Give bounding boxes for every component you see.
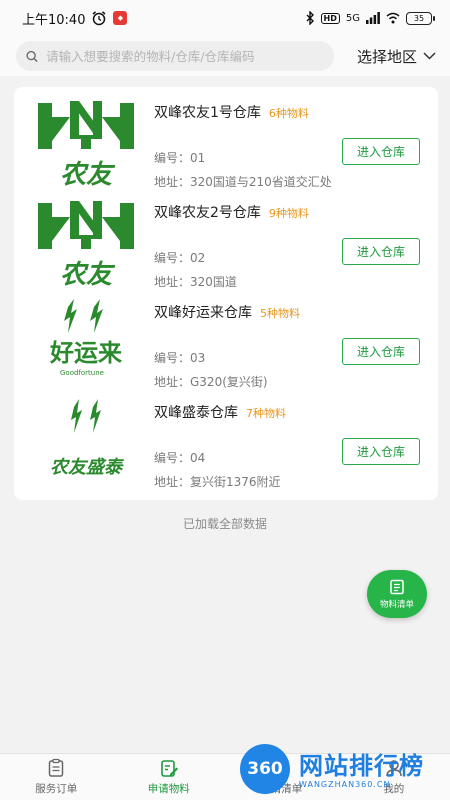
- warehouse-item[interactable]: 好运来 Goodfortune 双峰好运来仓库 5种物料 编号：03 地址：G32…: [14, 287, 438, 389]
- enter-warehouse-button[interactable]: 进入仓库: [342, 238, 420, 265]
- material-count: 7种物料: [246, 407, 286, 420]
- warehouse-name: 双峰农友1号仓库 6种物料: [154, 102, 309, 122]
- hd-badge: HD: [320, 12, 340, 24]
- all-loaded-text: 已加载全部数据: [182, 517, 267, 531]
- search-box[interactable]: [16, 41, 334, 71]
- warehouse-name-text: 双峰好运来仓库: [154, 305, 252, 321]
- logo-text: 农友: [60, 260, 116, 287]
- clipboard-icon: [49, 758, 64, 777]
- warehouse-name: 双峰农友2号仓库 9种物料: [154, 202, 309, 222]
- material-count: 6种物料: [268, 107, 309, 120]
- haoyunlai-logo: 好运来 Goodfortune: [49, 299, 123, 377]
- status-bar: 上午10:40 ◆ HD 5G 35: [0, 0, 450, 36]
- network-type: 5G: [345, 12, 360, 24]
- status-right: HD 5G 35: [305, 11, 435, 25]
- nongyou-logo: 农友: [38, 201, 134, 287]
- logo-text: 农友盛泰: [50, 457, 125, 478]
- region-selector[interactable]: 选择地区: [357, 46, 436, 67]
- tab-service-orders[interactable]: 服务订单: [0, 754, 113, 800]
- bluetooth-icon: [306, 11, 314, 25]
- warehouse-name: 双峰盛泰仓库 7种物料: [154, 402, 286, 422]
- watermark-title: 网站排行榜: [299, 752, 424, 780]
- signal-icon: [366, 12, 380, 24]
- material-list-fab[interactable]: 物料清单: [367, 570, 427, 618]
- chevron-down-icon: [423, 52, 436, 60]
- watermark-badge: 360: [240, 744, 290, 794]
- fab-label: 物料清单: [379, 599, 414, 610]
- warehouse-name: 双峰好运来仓库 5种物料: [154, 302, 300, 322]
- logo-subtext: Goodfortune: [60, 369, 104, 377]
- warehouse-code: 编号：01: [154, 151, 206, 165]
- region-label: 选择地区: [356, 47, 417, 66]
- warehouse-address: 地址：复兴街1376附近: [154, 475, 281, 489]
- notification-app-icon: ◆: [113, 11, 128, 25]
- edit-form-icon: [160, 760, 178, 777]
- enter-warehouse-button[interactable]: 进入仓库: [342, 338, 420, 365]
- search-bar: 选择地区: [0, 36, 450, 76]
- material-count: 9种物料: [268, 207, 309, 220]
- status-left: 上午10:40 ◆: [22, 9, 128, 28]
- material-count: 5种物料: [260, 307, 300, 320]
- warehouse-code: 编号：02: [154, 251, 206, 265]
- watermark-logo: 360 网站排行榜 WANGZHAN360.CN: [237, 740, 450, 800]
- tab-apply-materials[interactable]: 申请物料: [113, 754, 226, 800]
- warehouse-item[interactable]: 农友 双峰农友2号仓库 9种物料 编号：02 地址：320国道 进入仓库: [14, 187, 438, 289]
- warehouse-code: 编号：03: [154, 351, 206, 365]
- warehouse-name-text: 双峰盛泰仓库: [154, 405, 238, 421]
- search-input[interactable]: [46, 48, 324, 64]
- warehouse-list: 农友 双峰农友1号仓库 6种物料 编号：01 地址：320国道与210省道交汇处 …: [14, 87, 438, 500]
- warehouse-name-text: 双峰农友1号仓库: [154, 105, 261, 121]
- logo-text: 农友: [60, 160, 116, 187]
- warehouse-item[interactable]: 农友 双峰农友1号仓库 6种物料 编号：01 地址：320国道与210省道交汇处 …: [14, 87, 438, 189]
- battery-level: 35: [413, 13, 425, 23]
- battery-icon: 35: [406, 11, 435, 25]
- warehouse-item[interactable]: 农友盛泰 双峰盛泰仓库 7种物料 编号：04 地址：复兴街1376附近 进入仓库: [14, 387, 438, 489]
- enter-warehouse-button[interactable]: 进入仓库: [342, 438, 420, 465]
- tab-label: 申请物料: [147, 783, 190, 795]
- document-list-icon: [390, 579, 404, 594]
- warehouse-code: 编号：04: [154, 451, 206, 465]
- wifi-icon: [386, 12, 400, 24]
- enter-warehouse-button[interactable]: 进入仓库: [342, 138, 420, 165]
- tab-label: 服务订单: [35, 783, 78, 795]
- nongyou-logo: 农友: [38, 101, 134, 187]
- warehouse-name-text: 双峰农友2号仓库: [154, 205, 261, 221]
- watermark-url: WANGZHAN360.CN: [299, 780, 391, 789]
- search-icon: [26, 50, 38, 62]
- logo-text: 好运来: [49, 338, 123, 367]
- alarm-icon: [92, 11, 106, 26]
- status-time: 上午10:40: [22, 12, 86, 28]
- nongyoushengtai-logo: 农友盛泰: [50, 399, 125, 478]
